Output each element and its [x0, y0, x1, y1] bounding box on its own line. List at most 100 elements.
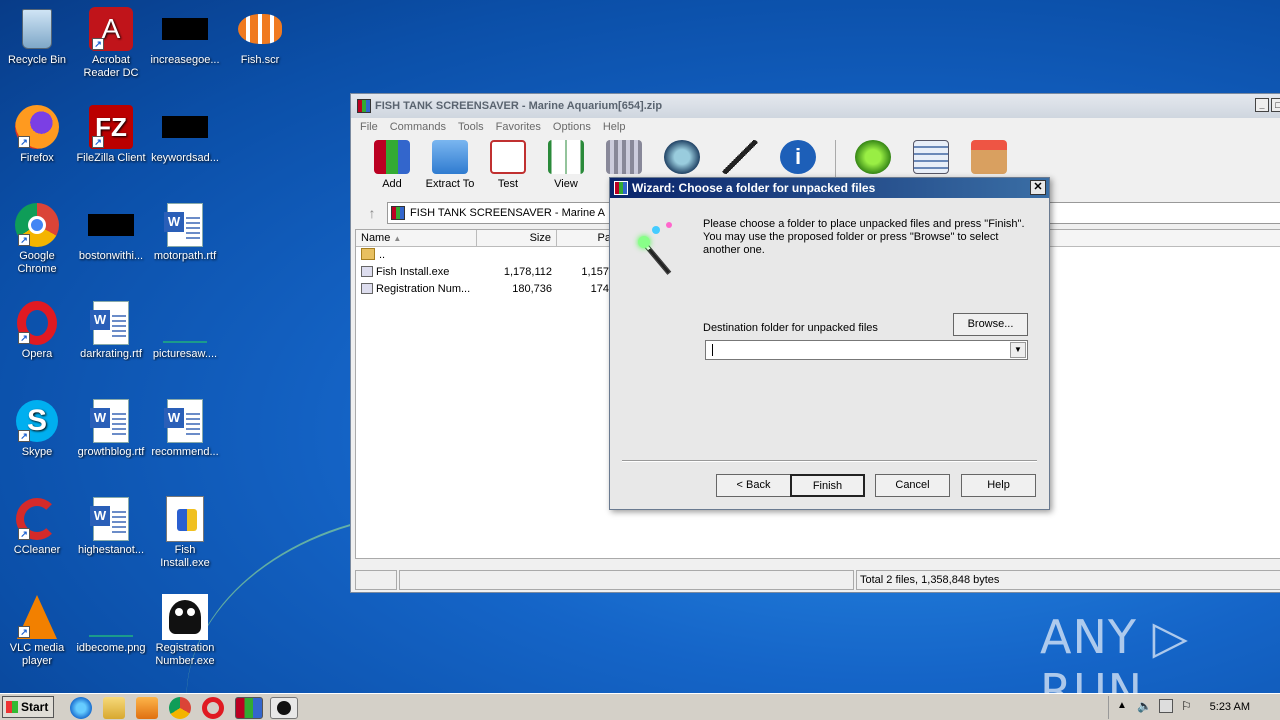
- cancel-button[interactable]: Cancel: [875, 474, 950, 497]
- desktop-icon-darkrating[interactable]: W darkrating.rtf: [74, 300, 148, 361]
- opera-icon[interactable]: [202, 697, 224, 719]
- clock[interactable]: 5:23 AM: [1210, 701, 1250, 713]
- wizard-description: Please choose a folder to place unpacked…: [703, 218, 1025, 256]
- explorer-folder-icon[interactable]: [103, 697, 125, 719]
- winrar-taskbar-icon[interactable]: [235, 697, 263, 719]
- word-doc-icon: W: [88, 398, 134, 444]
- archive-icon: [391, 206, 405, 220]
- desktop-icon-vlc[interactable]: ↗ VLC media player: [0, 594, 74, 668]
- column-packed[interactable]: Pa: [557, 230, 617, 246]
- folder-extract-icon: [432, 140, 468, 174]
- info-icon: i: [780, 140, 816, 174]
- system-tray: ▲ 🔈 ⚐ 5:23 AM: [1108, 696, 1280, 719]
- shortcut-arrow-icon: ↗: [92, 38, 104, 50]
- desktop-icon-keywordsad[interactable]: keywordsad...: [148, 104, 222, 165]
- desktop-icon-registration-exe[interactable]: Registration Number.exe: [148, 594, 222, 668]
- test-button[interactable]: Test: [479, 140, 537, 196]
- text-caret: [712, 344, 713, 356]
- winrar-menubar: File Commands Tools Favorites Options He…: [351, 118, 1280, 136]
- comment-icon: [913, 140, 949, 174]
- magic-wand-icon: [722, 140, 758, 174]
- sort-ascending-icon: ▲: [393, 234, 402, 243]
- desktop-icon-picturesaw[interactable]: picturesaw....: [148, 300, 222, 361]
- media-player-icon[interactable]: [136, 697, 158, 719]
- menu-commands[interactable]: Commands: [390, 118, 446, 136]
- desktop-icon-bostonwithi[interactable]: bostonwithi...: [74, 202, 148, 263]
- add-button[interactable]: Add: [363, 140, 421, 196]
- desktop-icon-chrome[interactable]: ↗ Google Chrome: [0, 202, 74, 276]
- wizard-title: Wizard: Choose a folder for unpacked fil…: [632, 181, 876, 195]
- recycle-bin-icon: [14, 6, 60, 52]
- desktop-icon-highestanot[interactable]: W highestanot...: [74, 496, 148, 557]
- column-size[interactable]: Size: [477, 230, 557, 246]
- desktop-icon-increasegoe[interactable]: increasegoe...: [148, 6, 222, 67]
- status-bar: Total 2 files, 1,358,848 bytes: [355, 570, 1280, 590]
- menu-favorites[interactable]: Favorites: [496, 118, 541, 136]
- desktop-icon-recycle-bin[interactable]: Recycle Bin: [0, 6, 74, 67]
- desktop-icon-idbecome[interactable]: idbecome.png: [74, 594, 148, 655]
- menu-help[interactable]: Help: [603, 118, 626, 136]
- start-button[interactable]: Start: [2, 696, 54, 718]
- menu-file[interactable]: File: [360, 118, 378, 136]
- network-icon[interactable]: [1159, 699, 1173, 713]
- windows-flag-icon: [6, 701, 18, 713]
- destination-folder-combobox[interactable]: ▼: [705, 340, 1028, 360]
- desktop-icon-opera[interactable]: ↗ Opera: [0, 300, 74, 361]
- desktop-icon-ccleaner[interactable]: ↗ CCleaner: [0, 496, 74, 557]
- desktop-icon-fish-install[interactable]: Fish Install.exe: [148, 496, 222, 570]
- winrar-titlebar[interactable]: FISH TANK SCREENSAVER - Marine Aquarium[…: [351, 94, 1280, 118]
- volume-icon[interactable]: 🔈: [1137, 699, 1152, 713]
- menu-tools[interactable]: Tools: [458, 118, 484, 136]
- desktop-icon-motorpath[interactable]: W motorpath.rtf: [148, 202, 222, 263]
- installer-icon: [162, 496, 208, 542]
- folder-up-icon: [361, 248, 375, 260]
- sfx-box-icon: [971, 140, 1007, 174]
- desktop-icon-recommend[interactable]: W recommend...: [148, 398, 222, 459]
- dialog-separator: [622, 460, 1037, 462]
- black-file-icon: [162, 104, 208, 150]
- add-archive-icon: [374, 140, 410, 174]
- shortcut-arrow-icon: ↗: [18, 136, 30, 148]
- desktop-icon-acrobat[interactable]: A ↗ Acrobat Reader DC: [74, 6, 148, 80]
- registration-taskbar-icon[interactable]: [270, 697, 298, 719]
- word-doc-icon: W: [88, 496, 134, 542]
- back-button[interactable]: < Back: [716, 474, 791, 497]
- shortcut-arrow-icon: ↗: [18, 430, 30, 442]
- column-name[interactable]: Name ▲: [356, 230, 477, 246]
- maximize-icon[interactable]: □: [1271, 98, 1280, 112]
- extract-to-button[interactable]: Extract To: [421, 140, 479, 196]
- desktop-icon-skype[interactable]: S ↗ Skype: [0, 398, 74, 459]
- drive-key-icon[interactable]: [355, 570, 397, 590]
- ie-icon[interactable]: [70, 697, 92, 719]
- desktop-icon-firefox[interactable]: ↗ Firefox: [0, 104, 74, 165]
- image-file-icon: [162, 300, 208, 346]
- trash-icon: [606, 140, 642, 174]
- desktop-icon-growthblog[interactable]: W growthblog.rtf: [74, 398, 148, 459]
- desktop-icon-filezilla[interactable]: FZ ↗ FileZilla Client: [74, 104, 148, 165]
- finish-button[interactable]: Finish: [790, 474, 865, 497]
- word-doc-icon: W: [162, 398, 208, 444]
- browse-button[interactable]: Browse...: [953, 313, 1028, 336]
- menu-options[interactable]: Options: [553, 118, 591, 136]
- up-arrow-icon[interactable]: ↑: [357, 202, 387, 224]
- close-icon[interactable]: ✕: [1030, 180, 1046, 195]
- filezilla-icon: FZ ↗: [88, 104, 134, 150]
- chrome-icon[interactable]: [169, 697, 191, 719]
- acrobat-icon: A ↗: [88, 6, 134, 52]
- chevron-down-icon[interactable]: ▼: [1010, 342, 1026, 358]
- shortcut-arrow-icon: ↗: [18, 234, 30, 246]
- view-button[interactable]: View: [537, 140, 595, 196]
- firefox-icon: ↗: [14, 104, 60, 150]
- destination-label: Destination folder for unpacked files: [703, 322, 878, 334]
- tray-expand-icon[interactable]: ▲: [1117, 700, 1127, 711]
- word-doc-icon: W: [162, 202, 208, 248]
- wizard-titlebar[interactable]: Wizard: Choose a folder for unpacked fil…: [610, 178, 1049, 198]
- image-file-icon: [88, 594, 134, 640]
- magnifier-icon: [664, 140, 700, 174]
- black-file-icon: [162, 6, 208, 52]
- desktop-icon-fish-scr[interactable]: Fish.scr: [223, 6, 297, 67]
- action-center-flag-icon[interactable]: ⚐: [1181, 699, 1192, 713]
- help-button[interactable]: Help: [961, 474, 1036, 497]
- bug-icon: [855, 140, 891, 174]
- minimize-icon[interactable]: _: [1255, 98, 1269, 112]
